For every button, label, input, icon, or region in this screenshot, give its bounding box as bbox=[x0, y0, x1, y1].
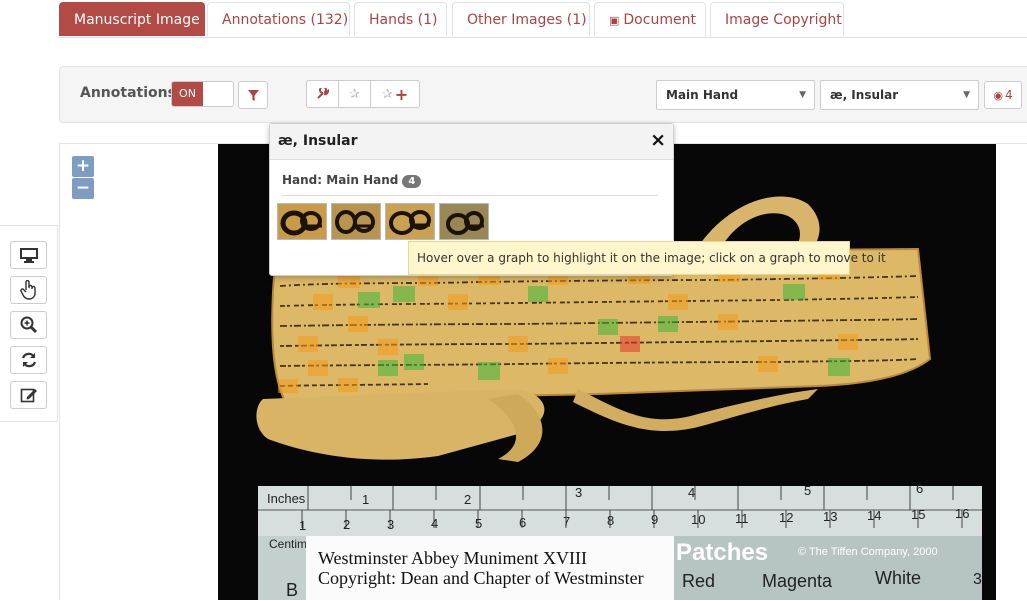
hand-select[interactable]: Main Hand ▼ bbox=[656, 80, 815, 110]
refresh-button[interactable] bbox=[10, 346, 47, 374]
cm-mark: 1 bbox=[299, 518, 306, 533]
toggle-on-label: ON bbox=[172, 82, 203, 106]
popup-title: æ, Insular bbox=[278, 133, 358, 149]
tab-label: Other Images (1) bbox=[467, 12, 587, 28]
allograph-select-value: æ, Insular bbox=[830, 88, 899, 102]
tab-label: Annotations (132) bbox=[222, 12, 349, 28]
fullscreen-button[interactable] bbox=[10, 241, 47, 269]
filter-button[interactable] bbox=[238, 81, 268, 109]
ae-glyph-image bbox=[440, 204, 488, 239]
inch-mark: 6 bbox=[916, 481, 923, 496]
cm-mark: 10 bbox=[691, 512, 705, 527]
tab-label: Manuscript Image bbox=[74, 12, 200, 28]
zoom-in-button[interactable]: + bbox=[72, 156, 94, 177]
patches-label: Patches bbox=[676, 539, 768, 566]
tab-label: Hands (1) bbox=[369, 12, 438, 28]
hand-label: Hand: Main Hand bbox=[282, 173, 399, 187]
ruler-inches-label: Inches bbox=[267, 491, 306, 506]
cm-mark: 14 bbox=[867, 508, 881, 523]
zoom-button[interactable] bbox=[10, 311, 47, 339]
eye-icon: ◉ bbox=[993, 88, 1003, 102]
popup-header: æ, Insular × bbox=[270, 124, 673, 160]
graph-thumbnail[interactable] bbox=[331, 203, 381, 240]
caret-down-icon: ▼ bbox=[963, 90, 970, 100]
tab-document[interactable]: ▣ Document bbox=[594, 2, 706, 36]
caret-down-icon: ▼ bbox=[799, 90, 806, 100]
annotations-label: Annotations bbox=[80, 85, 176, 101]
add-star-button[interactable]: ✰ + bbox=[370, 80, 420, 108]
pan-button[interactable] bbox=[10, 276, 47, 304]
cm-mark: 15 bbox=[911, 507, 925, 522]
cm-mark: 13 bbox=[823, 509, 837, 524]
settings-button[interactable] bbox=[306, 80, 339, 108]
wrench-icon bbox=[316, 88, 329, 99]
zoom-out-button[interactable]: − bbox=[72, 178, 94, 199]
cm-mark: 16 bbox=[955, 506, 969, 521]
ae-glyph-image bbox=[278, 204, 326, 239]
hand-heading: Hand: Main Hand 4 bbox=[282, 173, 658, 196]
color-label-magenta: Magenta bbox=[762, 571, 833, 591]
hand-select-value: Main Hand bbox=[666, 88, 739, 102]
hover-tooltip: Hover over a graph to highlight it on th… bbox=[408, 241, 886, 275]
annotation-toolbar: Annotations ON ✰ ✰ + Main Hand ▼ æ, Insula… bbox=[59, 66, 1027, 123]
tab-image-copyright[interactable]: Image Copyright bbox=[710, 2, 844, 36]
edit-icon bbox=[20, 388, 37, 403]
color-label-red: Red bbox=[682, 571, 715, 591]
cm-mark: 6 bbox=[519, 515, 526, 530]
ae-glyph-image bbox=[386, 204, 434, 239]
visible-count: 4 bbox=[1004, 88, 1013, 102]
filter-icon bbox=[247, 89, 259, 101]
graph-thumbnail[interactable] bbox=[385, 203, 435, 240]
tab-manuscript-image[interactable]: Manuscript Image bbox=[59, 2, 205, 36]
cm-mark: 2 bbox=[343, 517, 350, 532]
partial-label: B bbox=[286, 580, 298, 600]
partial-label: 3 bbox=[973, 571, 982, 588]
star-button[interactable]: ✰ bbox=[338, 80, 371, 108]
hand-count-badge: 4 bbox=[402, 175, 422, 188]
cm-mark: 7 bbox=[563, 514, 570, 529]
inch-mark: 3 bbox=[575, 485, 582, 500]
cm-mark: 3 bbox=[387, 517, 394, 532]
color-label-white: White bbox=[875, 568, 921, 588]
hand-pointer-icon bbox=[19, 280, 36, 300]
tab-label: Image Copyright bbox=[725, 12, 842, 28]
star-icon: ✰ bbox=[349, 86, 360, 102]
tab-annotations[interactable]: Annotations (132) bbox=[207, 2, 350, 36]
edit-button[interactable] bbox=[10, 381, 47, 409]
cm-mark: 12 bbox=[779, 510, 793, 525]
close-icon[interactable]: × bbox=[650, 129, 666, 151]
zoom-in-icon bbox=[20, 316, 37, 334]
ae-glyph-image bbox=[332, 204, 380, 239]
cm-mark: 8 bbox=[607, 513, 614, 528]
cm-mark: 4 bbox=[431, 516, 438, 531]
cm-mark: 9 bbox=[651, 512, 658, 527]
tiffen-copyright: © The Tiffen Company, 2000 bbox=[798, 546, 938, 558]
plus-icon: + bbox=[394, 84, 409, 104]
graph-thumbnail[interactable] bbox=[439, 203, 489, 240]
annotations-toggle[interactable]: ON bbox=[171, 81, 234, 107]
star-icon: ✰ bbox=[381, 86, 393, 102]
allograph-select[interactable]: æ, Insular ▼ bbox=[820, 80, 979, 110]
refresh-icon bbox=[21, 352, 36, 368]
tool-panel bbox=[0, 225, 58, 422]
card-title: Westminster Abbey Muniment XVIII bbox=[318, 548, 587, 568]
monitor-icon bbox=[19, 248, 38, 263]
inch-mark: 4 bbox=[688, 485, 695, 500]
visible-count-button[interactable]: ◉ 4 bbox=[984, 81, 1022, 109]
inch-mark: 1 bbox=[362, 492, 369, 507]
cm-mark: 11 bbox=[735, 511, 749, 526]
inch-mark: 5 bbox=[804, 483, 811, 498]
tab-other-images[interactable]: Other Images (1) bbox=[452, 2, 590, 36]
tab-bar: Manuscript Image Annotations (132) Hands… bbox=[59, 0, 1027, 38]
card-copyright: Copyright: Dean and Chapter of Westminst… bbox=[318, 568, 644, 588]
tab-hands[interactable]: Hands (1) bbox=[354, 2, 447, 36]
graph-thumbnail[interactable] bbox=[277, 203, 327, 240]
file-icon: ▣ bbox=[609, 14, 620, 27]
cm-mark: 5 bbox=[475, 516, 482, 531]
inch-mark: 2 bbox=[464, 492, 471, 507]
tab-label: Document bbox=[623, 12, 696, 28]
